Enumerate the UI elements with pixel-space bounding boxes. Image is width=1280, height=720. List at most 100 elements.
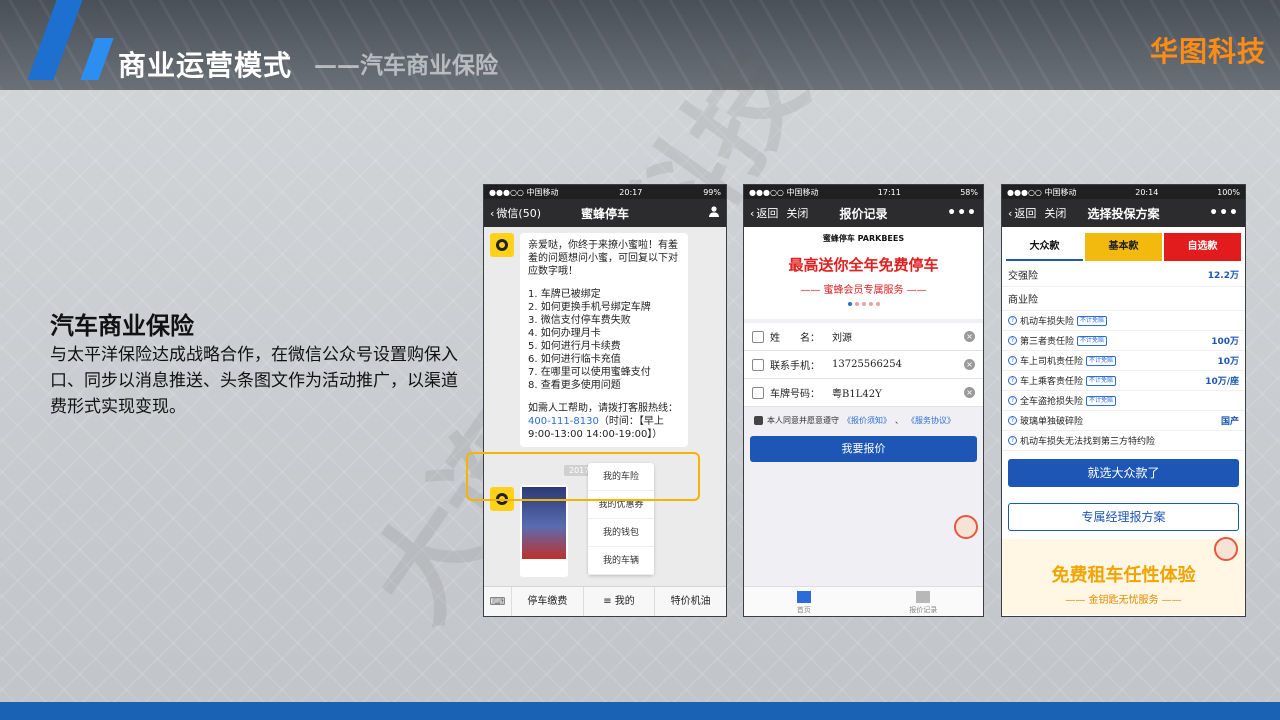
phone-field[interactable]: 联系手机： 13725566254 ×	[744, 351, 983, 379]
coverage-row[interactable]: ? 玻璃单独破碎险 国产	[1002, 411, 1245, 431]
faq-item: 3. 微信支付停车费失败	[528, 315, 631, 326]
battery: 99%	[703, 187, 721, 197]
choose-plan-button[interactable]: 就选大众款了	[1008, 459, 1239, 487]
carousel-dots	[744, 302, 983, 306]
banner-subline: —— 蜜蜂会员专属服务 ——	[800, 285, 927, 296]
clear-icon[interactable]: ×	[964, 387, 975, 398]
agreement-row: 本人同意并愿意遵守 《报价须知》、《服务协议》	[744, 407, 983, 434]
back-label: 返回	[1014, 207, 1037, 220]
plate-field[interactable]: 车牌号码： 粤B1L42Y ×	[744, 379, 983, 407]
agree-checkbox[interactable]	[754, 416, 763, 425]
tab-oil-deals[interactable]: 特价机油	[655, 587, 726, 616]
menu-item-vehicles[interactable]: 我的车辆	[588, 547, 654, 575]
promo-headline: 免费租车任性体验	[1051, 565, 1196, 586]
back-button[interactable]: ‹ 返回	[1008, 205, 1036, 221]
coverage-row[interactable]: ? 机动车损失无法找到第三方特约险	[1002, 431, 1245, 451]
agree-text: 本人同意并愿意遵守	[767, 416, 839, 425]
hotline-link[interactable]: 400-111-8130	[528, 416, 599, 427]
chevron-left-icon: ‹	[490, 206, 495, 220]
tab-quote-records[interactable]: 报价记录	[864, 587, 984, 616]
faq-item: 5. 如何进行月卡续费	[528, 341, 621, 352]
field-label: 车牌号码：	[770, 389, 820, 400]
coverage-name: 机动车损失无法找到第三方特约险	[1020, 437, 1156, 447]
person-icon	[752, 330, 764, 343]
promo-subline: —— 金钥匙无忧服务 ——	[1065, 595, 1182, 606]
help-icon[interactable]: ?	[1008, 316, 1017, 325]
faq-item: 7. 在哪里可以使用蜜蜂支付	[528, 367, 651, 378]
message-intro: 亲爱哒，你终于来撩小蜜啦！有羞羞的问题想问小蜜，可回复以下对应数字哦！	[528, 240, 678, 277]
field-value[interactable]: 粤B1L42Y	[832, 385, 958, 400]
name-field[interactable]: 姓 名： 刘源 ×	[744, 323, 983, 351]
clear-icon[interactable]: ×	[964, 331, 975, 342]
customer-service-icon[interactable]	[954, 515, 978, 539]
section-heading: 汽车商业保险	[50, 312, 194, 340]
terms-link[interactable]: 《报价须知》	[843, 415, 891, 426]
row-label: 交强险	[1008, 271, 1038, 282]
faq-item: 6. 如何进行临卡充值	[528, 354, 621, 365]
promo-banner[interactable]: 蜜蜂停车 PARKBEES 最高送你全年免费停车 —— 蜜蜂会员专属服务 ——	[744, 227, 983, 319]
close-button[interactable]: 关闭	[1044, 205, 1066, 221]
menu-bar: ⌨ 停车缴费 ≡ 我的 特价机油	[484, 586, 726, 616]
battery: 100%	[1217, 187, 1240, 197]
help-icon[interactable]: ?	[1008, 376, 1017, 385]
coverage-amount: 10万/座	[1205, 377, 1239, 387]
field-value[interactable]: 13725566254	[832, 359, 958, 370]
help-icon[interactable]: ?	[1008, 416, 1017, 425]
tab-popular-plan[interactable]: 大众款	[1006, 233, 1083, 261]
footer-band	[0, 702, 1280, 720]
help-icon[interactable]: ?	[1008, 336, 1017, 345]
tab-parking-pay[interactable]: 停车缴费	[512, 587, 584, 616]
promo-banner[interactable]: 免费租车任性体验 —— 金钥匙无忧服务 ——	[1002, 539, 1245, 615]
tab-home[interactable]: 首页	[744, 587, 864, 616]
back-button[interactable]: ‹ 返回	[750, 205, 778, 221]
banner-logo: 蜜蜂停车 PARKBEES	[822, 234, 905, 243]
bot-avatar	[490, 233, 514, 257]
faq-item: 8. 查看更多使用问题	[528, 380, 621, 391]
close-button[interactable]: 关闭	[786, 205, 808, 221]
customer-service-icon[interactable]	[1214, 537, 1238, 561]
help-prefix: 如需人工帮助，请拨打客服热线：	[528, 403, 678, 414]
coverage-row[interactable]: ? 机动车损失险 不计免赔	[1002, 311, 1245, 331]
tab-basic-plan[interactable]: 基本款	[1085, 233, 1162, 261]
help-icon[interactable]: ?	[1008, 356, 1017, 365]
more-icon[interactable]: •••	[947, 205, 977, 221]
profile-icon[interactable]	[708, 205, 720, 221]
service-link[interactable]: 《服务协议》	[907, 415, 955, 426]
coverage-row[interactable]: ? 车上乘客责任险 不计免赔 10万/座	[1002, 371, 1245, 391]
coverage-name: 机动车损失险	[1020, 317, 1075, 327]
clock: 20:17	[619, 187, 643, 197]
commercial-heading: 商业险	[1002, 287, 1245, 311]
phone-icon	[752, 358, 764, 371]
keyboard-icon[interactable]: ⌨	[484, 587, 512, 616]
coverage-name: 全车盗抢损失险	[1020, 397, 1084, 407]
back-button[interactable]: ‹ 微信(50)	[490, 205, 541, 221]
clock: 17:11	[877, 187, 901, 197]
coverage-name: 玻璃单独破碎险	[1020, 417, 1084, 427]
section-body: 与太平洋保险达成战略合作，在微信公众号设置购保入口、同步以消息推送、头条图文作为…	[50, 345, 458, 417]
request-quote-button[interactable]: 我要报价	[750, 436, 977, 462]
coverage-name: 第三者责任险	[1020, 337, 1075, 347]
tab-mine[interactable]: ≡ 我的	[584, 587, 656, 616]
tab-custom-plan[interactable]: 自选款	[1164, 233, 1241, 261]
help-icon[interactable]: ?	[1008, 436, 1017, 445]
coverage-amount: 100万	[1211, 337, 1239, 347]
battery: 58%	[960, 187, 978, 197]
agree-separator: 、	[895, 416, 903, 425]
bottom-tab-bar: 首页 报价记录	[744, 586, 983, 616]
carrier: ●●●○○ 中国移动	[749, 187, 819, 197]
nav-bar: ‹ 返回 关闭 报价记录 •••	[744, 199, 983, 227]
page-title: 商业运营模式	[118, 49, 293, 82]
highlight-callout	[466, 452, 700, 501]
more-icon[interactable]: •••	[1209, 205, 1239, 221]
field-label: 姓 名：	[770, 333, 820, 344]
manager-quote-button[interactable]: 专属经理报方案	[1008, 503, 1239, 531]
coverage-row[interactable]: ? 全车盗抢损失险 不计免赔	[1002, 391, 1245, 411]
coverage-amount: 国产	[1220, 417, 1239, 427]
menu-item-wallet[interactable]: 我的钱包	[588, 519, 654, 547]
coverage-row[interactable]: ? 车上司机责任险 不计免赔 10万	[1002, 351, 1245, 371]
field-value[interactable]: 刘源	[832, 329, 958, 344]
coverage-row[interactable]: ? 第三者责任险 不计免赔 100万	[1002, 331, 1245, 351]
clear-icon[interactable]: ×	[964, 359, 975, 370]
help-icon[interactable]: ?	[1008, 396, 1017, 405]
compulsory-row: 交强险 12.2万	[1002, 263, 1245, 287]
